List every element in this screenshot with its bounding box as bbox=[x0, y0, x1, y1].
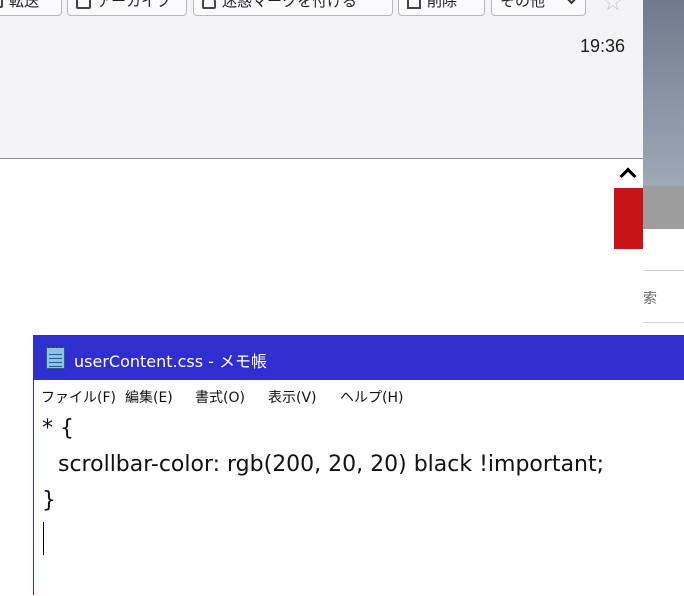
background-image-band bbox=[643, 186, 684, 229]
message-header-toolbar: 転送 アーカイブ 迷惑マークを付ける 削除 その他 ☆ 19:36 bbox=[0, 0, 643, 159]
text-editor-area[interactable]: * { scrollbar-color: rgb(200, 20, 20) bl… bbox=[34, 410, 684, 596]
star-icon[interactable]: ☆ bbox=[602, 0, 624, 14]
junk-icon bbox=[202, 0, 216, 9]
archive-label: アーカイブ bbox=[97, 0, 172, 10]
menu-bar: ファイル(F) 編集(E) 書式(O) 表示(V) ヘルプ(H) bbox=[34, 380, 684, 411]
delete-button[interactable]: 削除 bbox=[398, 0, 485, 16]
menu-edit[interactable]: 編集(E) bbox=[125, 387, 173, 407]
code-line: } bbox=[42, 488, 56, 513]
window-title: userContent.css - メモ帳 bbox=[74, 352, 268, 371]
menu-file[interactable]: ファイル(F) bbox=[41, 387, 116, 407]
delete-label: 削除 bbox=[427, 0, 458, 10]
archive-button[interactable]: アーカイブ bbox=[67, 0, 187, 16]
archive-icon bbox=[76, 0, 91, 9]
menu-view[interactable]: 表示(V) bbox=[268, 387, 317, 407]
menu-help[interactable]: ヘルプ(H) bbox=[340, 387, 403, 407]
code-line: scrollbar-color: rgb(200, 20, 20) black … bbox=[58, 452, 605, 477]
search-label-fragment: 索 bbox=[643, 291, 657, 307]
forward-icon bbox=[0, 0, 3, 8]
junk-label: 迷惑マークを付ける bbox=[222, 0, 358, 10]
divider bbox=[643, 270, 684, 271]
notepad-icon bbox=[46, 345, 65, 369]
forward-label: 転送 bbox=[9, 0, 40, 10]
trash-icon bbox=[407, 0, 421, 9]
more-label: その他 bbox=[500, 0, 546, 10]
forward-button[interactable]: 転送 bbox=[0, 0, 62, 16]
notepad-titlebar[interactable]: userContent.css - メモ帳 bbox=[34, 336, 684, 380]
text-cursor bbox=[43, 522, 44, 555]
scroll-up-button[interactable] bbox=[613, 159, 643, 187]
mark-junk-button[interactable]: 迷惑マークを付ける bbox=[193, 0, 393, 16]
more-button[interactable]: その他 bbox=[491, 0, 586, 16]
chevron-up-icon bbox=[619, 167, 637, 185]
scrollbar-thumb[interactable] bbox=[614, 188, 643, 249]
divider bbox=[643, 322, 684, 323]
notepad-window: userContent.css - メモ帳 ファイル(F) 編集(E) 書式(O… bbox=[33, 335, 684, 596]
message-time: 19:36 bbox=[580, 36, 626, 56]
chevron-down-icon bbox=[565, 0, 578, 5]
menu-format[interactable]: 書式(O) bbox=[195, 387, 245, 407]
code-line: * { bbox=[42, 416, 74, 441]
